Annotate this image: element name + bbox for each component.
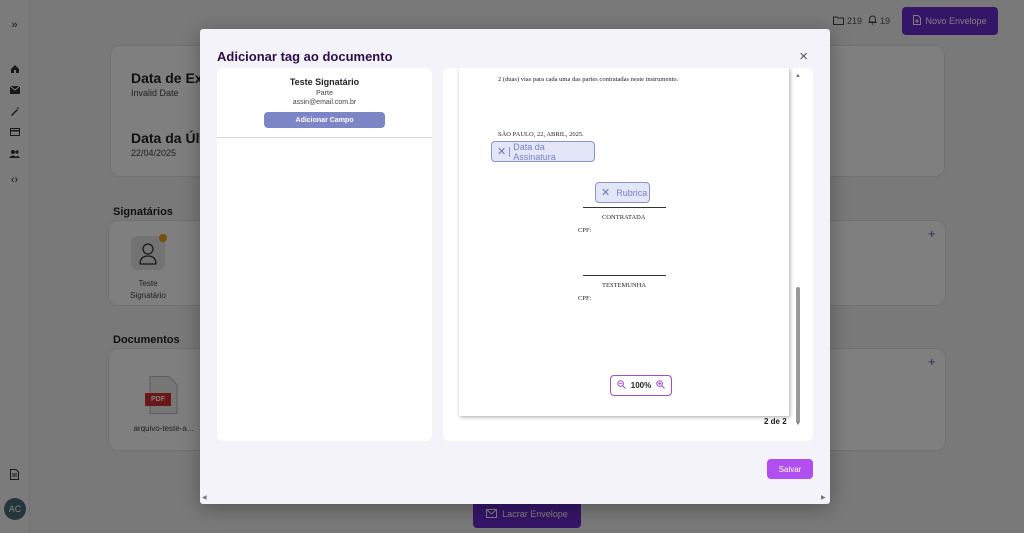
contratada-signature-line — [583, 207, 666, 208]
scroll-thumb[interactable] — [796, 287, 800, 423]
rubrica-label: Rubrica — [616, 187, 648, 198]
document-viewer: 2 (duas) vias para cada uma das partes c… — [443, 68, 813, 441]
doc-contratada: CONTRATADA — [602, 214, 646, 221]
zoom-in-icon[interactable] — [656, 380, 666, 391]
rubrica-tag[interactable]: ✕ Rubrica — [595, 182, 650, 203]
remove-tag-icon[interactable]: ✕ — [497, 145, 506, 158]
signer-role: Parte — [316, 90, 333, 97]
zoom-level: 100% — [630, 381, 652, 390]
tag-separator — [509, 146, 511, 157]
add-tag-modal: Adicionar tag ao documento × Teste Signa… — [200, 29, 830, 504]
document-page[interactable]: 2 (duas) vias para cada uma das partes c… — [459, 68, 789, 416]
close-icon[interactable]: × — [799, 49, 808, 64]
doc-cpf-1: CPF: — [578, 227, 592, 234]
doc-top-text: 2 (duas) vias para cada uma das partes c… — [498, 76, 679, 83]
save-button[interactable]: Salvar — [767, 459, 813, 479]
zoom-out-icon[interactable] — [617, 380, 626, 391]
scroll-right-icon[interactable]: ▶ — [821, 494, 826, 501]
divider — [217, 137, 432, 138]
zoom-control: 100% — [610, 375, 672, 396]
scroll-up-icon[interactable]: ▲ — [794, 73, 802, 79]
signer-email: assin@email.com.br — [292, 99, 357, 106]
scroll-left-icon[interactable]: ◀ — [202, 494, 207, 501]
add-field-button[interactable]: Adicionar Campo — [264, 112, 385, 128]
signature-date-tag[interactable]: ✕ Data da Assinatura — [491, 141, 595, 162]
modal-title: Adicionar tag ao documento — [217, 49, 393, 64]
scroll-down-icon[interactable]: ▼ — [794, 421, 802, 427]
doc-place-date: SÃO PAULO, 22, ABRIL, 2025. — [498, 131, 584, 138]
signer-panel: Teste Signatário Parte assin@email.com.b… — [217, 68, 432, 441]
doc-testemunha: TESTEMUNHA — [602, 282, 647, 289]
doc-cpf-2: CPF: — [578, 295, 592, 302]
horizontal-scrollbar[interactable]: ◀ ▶ — [200, 494, 830, 504]
signer-name: Teste Signatário — [289, 77, 360, 87]
signature-date-label: Data da Assinatura — [513, 141, 556, 162]
testemunha-signature-line — [583, 275, 666, 276]
page-count: 2 de 2 — [764, 417, 787, 426]
remove-tag-icon[interactable]: ✕ — [601, 186, 610, 199]
vertical-scrollbar[interactable]: ▲ ▼ — [794, 73, 802, 428]
